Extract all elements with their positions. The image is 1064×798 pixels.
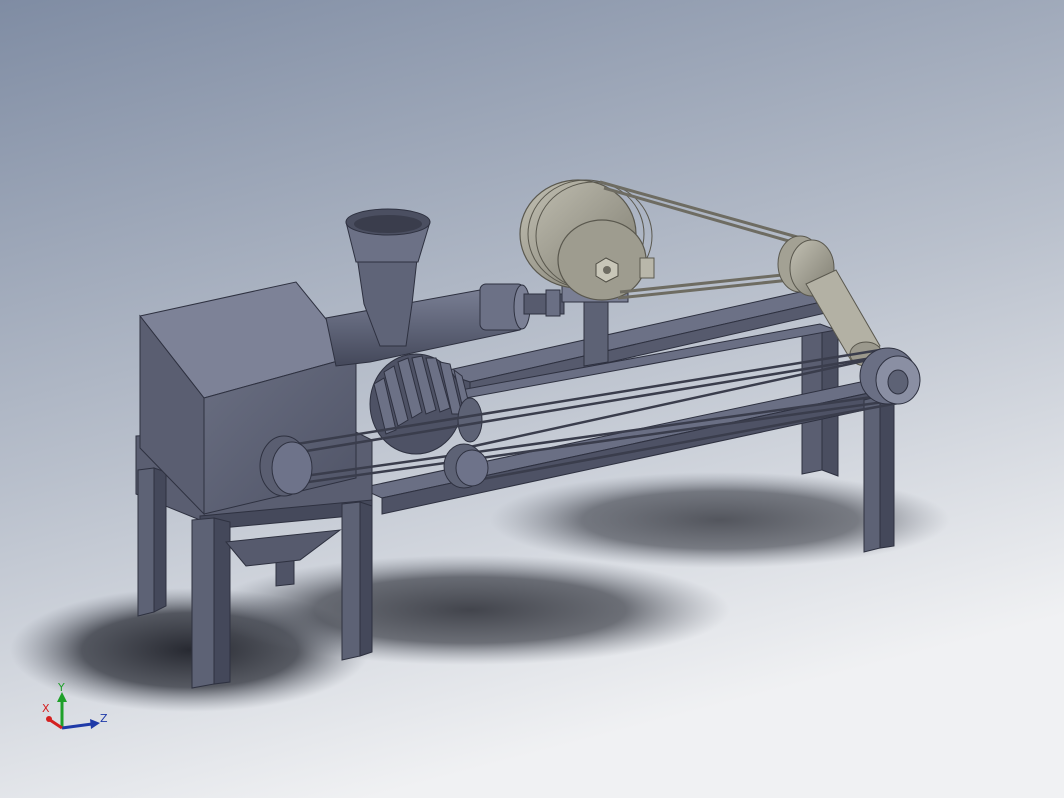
x-axis-arrow: [49, 718, 63, 730]
y-axis-label: Y: [57, 681, 65, 694]
z-axis-head: [90, 719, 100, 729]
x-axis-head: [46, 716, 52, 722]
cad-viewport[interactable]: Y Z X: [0, 0, 1064, 798]
z-axis-arrow: [61, 722, 93, 730]
model-scene[interactable]: [0, 0, 1064, 798]
x-axis-label: X: [42, 702, 50, 715]
axis-triad: Y Z X: [42, 681, 108, 730]
z-axis-label: Z: [100, 712, 108, 725]
